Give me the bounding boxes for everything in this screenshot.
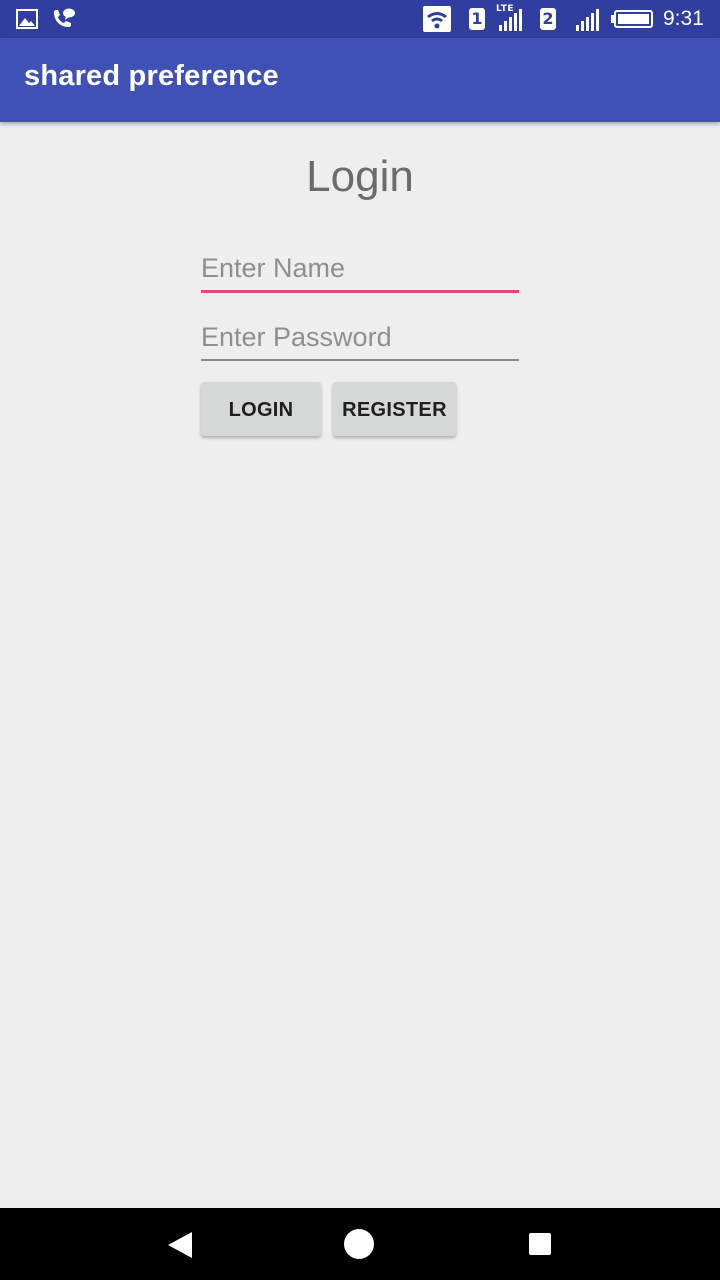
register-button[interactable]: REGISTER [333,382,456,436]
page-title: Login [306,152,414,201]
app-title: shared preference [24,60,279,92]
sim1-badge: 1 [469,8,485,30]
recents-icon[interactable] [528,1232,552,1256]
signal-icon [576,9,599,31]
navigation-bar [0,1208,720,1280]
app-bar: shared preference [0,38,720,122]
login-button[interactable]: LOGIN [201,382,321,436]
wifi-icon [423,6,451,32]
home-icon[interactable] [343,1228,375,1260]
signal-icon [499,9,522,31]
back-icon[interactable] [166,1230,194,1260]
sim2-badge: 2 [540,8,556,30]
image-notification-icon [16,9,38,29]
name-input[interactable] [201,247,519,293]
status-bar: 1 LTE 2 9:31 [0,0,720,38]
battery-icon [611,10,653,28]
status-time: 9:31 [663,7,704,30]
password-input[interactable] [201,315,519,361]
call-notification-icon [54,8,75,27]
